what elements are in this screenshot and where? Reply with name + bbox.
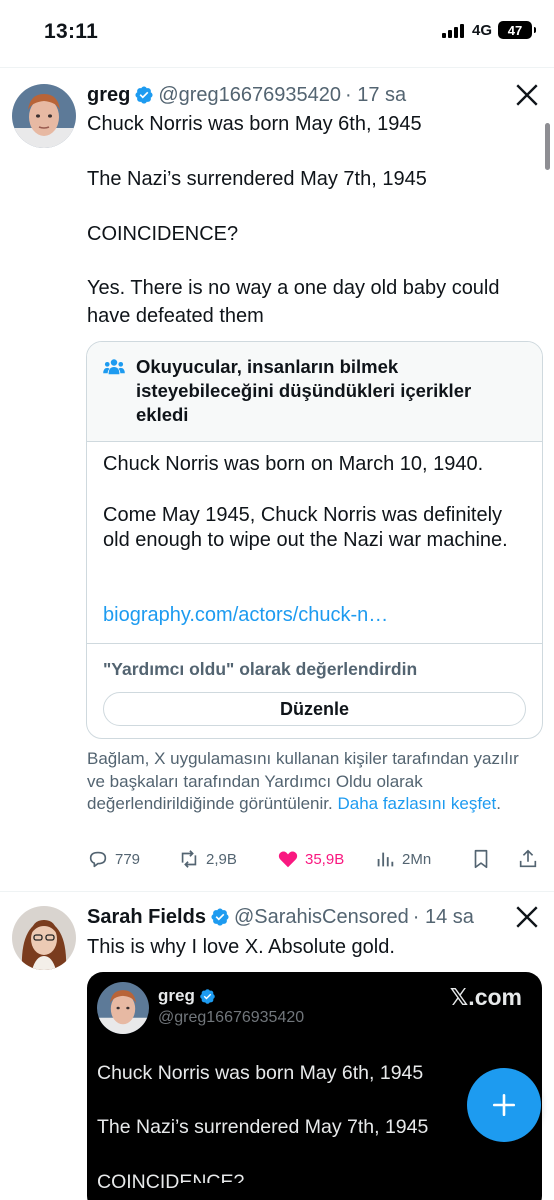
tweet-line: The Nazi’s surrendered May 7th, 1945 — [87, 168, 427, 190]
embed-avatar — [97, 982, 149, 1034]
views-icon — [377, 852, 394, 867]
repost-icon — [181, 850, 197, 868]
close-icon[interactable] — [514, 904, 540, 930]
avatar[interactable] — [12, 906, 76, 970]
tweet-divider — [0, 891, 554, 892]
community-note: Okuyucular, insanların bilmek isteyebile… — [86, 341, 543, 739]
tweet-line: Yes. There is no way a one day old baby … — [87, 277, 500, 327]
scrollbar[interactable] — [545, 123, 550, 170]
battery-icon: 47 — [498, 21, 536, 39]
status-time: 13:11 — [44, 20, 99, 43]
verified-badge-icon — [211, 908, 229, 926]
bookmark-button[interactable] — [470, 848, 492, 870]
status-bar: 13:11 4G 47 — [0, 0, 554, 66]
header-divider — [0, 67, 554, 68]
network-label: 4G — [471, 21, 492, 39]
note-divider — [87, 643, 542, 644]
like-count: 35,9B — [305, 850, 345, 868]
people-icon — [103, 359, 125, 375]
context-end: . — [496, 794, 501, 813]
embed-line: The Nazi’s surrendered May 7th, 1945 — [97, 1116, 429, 1138]
embed-display-name: greg — [158, 986, 195, 1005]
home-indicator[interactable] — [177, 1183, 377, 1189]
display-name[interactable]: Sarah Fields — [87, 906, 206, 929]
embed-line: Chuck Norris was born May 6th, 1945 — [97, 1062, 424, 1084]
note-header: Okuyucular, insanların bilmek isteyebile… — [87, 342, 542, 442]
timestamp[interactable]: · 17 sa — [345, 84, 406, 107]
note-context: Bağlam, X uygulamasını kullanan kişiler … — [87, 748, 527, 816]
status-indicators: 4G 47 — [441, 21, 536, 39]
tweet-header: greg @greg16676935420 · 17 sa — [87, 82, 540, 108]
close-icon[interactable] — [514, 82, 540, 108]
signal-icon — [441, 22, 464, 38]
share-button[interactable] — [517, 848, 539, 870]
verified-badge-icon — [200, 988, 215, 1004]
tweet-text: This is why I love X. Absolute gold. — [87, 936, 395, 958]
x-logo: 𝕏.com — [449, 984, 522, 1010]
battery-level: 47 — [507, 22, 523, 38]
embed-name: greg — [158, 986, 216, 1006]
reply-button[interactable]: 779 — [87, 848, 140, 870]
repost-button[interactable]: 2,9B — [178, 848, 237, 870]
reply-count: 779 — [115, 850, 141, 868]
share-icon — [519, 849, 537, 868]
learn-more-link[interactable]: Daha fazlasını keşfet — [337, 794, 496, 813]
repost-count: 2,9B — [206, 850, 237, 868]
display-name[interactable]: greg — [87, 84, 130, 107]
edit-rating-button[interactable]: Düzenle — [103, 692, 526, 726]
verified-badge-icon — [135, 86, 153, 104]
compose-button[interactable] — [467, 1068, 541, 1142]
tweet-line: Chuck Norris was born May 6th, 1945 — [87, 113, 422, 135]
handle[interactable]: @greg16676935420 — [158, 84, 341, 107]
views-count: 2Mn — [402, 850, 432, 868]
note-text: Come May 1945, Chuck Norris was definite… — [103, 504, 508, 551]
handle[interactable]: @SarahisCensored — [234, 906, 409, 929]
views-button[interactable]: 2Mn — [374, 848, 431, 870]
timestamp[interactable]: · 14 sa — [413, 906, 474, 929]
embed-handle: @greg16676935420 — [158, 1009, 305, 1026]
plus-icon — [492, 1093, 516, 1117]
note-text: Chuck Norris was born on March 10, 1940. — [103, 453, 484, 475]
bookmark-icon — [474, 849, 488, 869]
reply-icon — [89, 851, 107, 868]
avatar[interactable] — [12, 84, 76, 148]
note-title: Okuyucular, insanların bilmek isteyebile… — [136, 356, 472, 425]
note-rating-status: "Yardımcı oldu" olarak değerlendirdin — [103, 659, 418, 679]
tweet-header: Sarah Fields @SarahisCensored · 14 sa — [87, 904, 540, 930]
tweet-actions: 779 2,9B 35,9B 2Mn — [87, 848, 542, 876]
like-button[interactable]: 35,9B — [277, 848, 344, 870]
tweet-line: COINCIDENCE? — [87, 223, 239, 245]
heart-icon — [278, 851, 298, 868]
note-source-link[interactable]: biography.com/actors/chuck-n… — [103, 604, 388, 627]
